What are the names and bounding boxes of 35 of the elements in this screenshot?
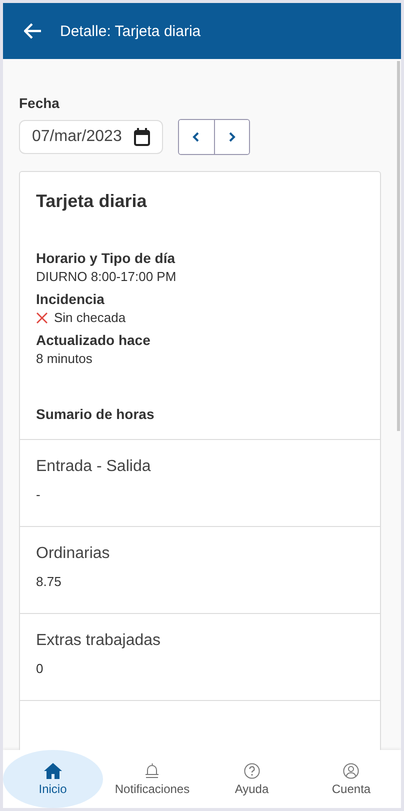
summary-label: Entrada - Salida [36, 457, 152, 476]
summary-label: Extras trabajadas [36, 631, 162, 650]
home-icon [44, 762, 62, 778]
back-arrow-icon [24, 23, 42, 39]
detail-label: Horario y Tipo de día [36, 250, 176, 266]
date-field[interactable]: 07/mar/2023 [19, 120, 163, 154]
section-title: Sumario de horas [20, 366, 380, 440]
summary-value: - [36, 487, 42, 502]
next-day-button[interactable] [214, 120, 249, 154]
card-title: Tarjeta diaria [35, 190, 148, 212]
nav-tab[interactable]: Cuenta [302, 750, 401, 808]
date-value: 07/mar/2023 [32, 128, 122, 146]
calendar-icon [134, 128, 150, 146]
chevron-left-icon [192, 132, 200, 142]
summary-label: Ordinarias [36, 544, 111, 563]
detail-value: Sin checada [54, 310, 126, 325]
detail-value: DIURNO 8:00-17:00 PM [36, 269, 178, 284]
screen-title: Detalle: Tarjeta diaria [60, 22, 201, 40]
detail-label: Incidencia [36, 291, 106, 307]
summary-value: 8.75 [36, 574, 62, 589]
nav-tab[interactable]: Inicio [3, 750, 102, 808]
bell-icon [144, 762, 160, 779]
help-icon [244, 762, 260, 778]
detail-value: 8 minutos [36, 351, 94, 366]
chevron-right-icon [228, 132, 236, 142]
detail-label: Actualizado hace [36, 332, 152, 348]
summary-value: 0 [36, 661, 44, 676]
back-button[interactable] [22, 21, 44, 41]
previous-day-button[interactable] [178, 120, 214, 154]
date-label: Fecha [19, 95, 60, 111]
scrollbar[interactable] [397, 61, 400, 431]
nav-tab[interactable]: Notificaciones [102, 750, 202, 808]
account-icon [343, 762, 360, 778]
cross-icon [36, 312, 48, 324]
nav-tab[interactable]: Ayuda [202, 750, 302, 808]
